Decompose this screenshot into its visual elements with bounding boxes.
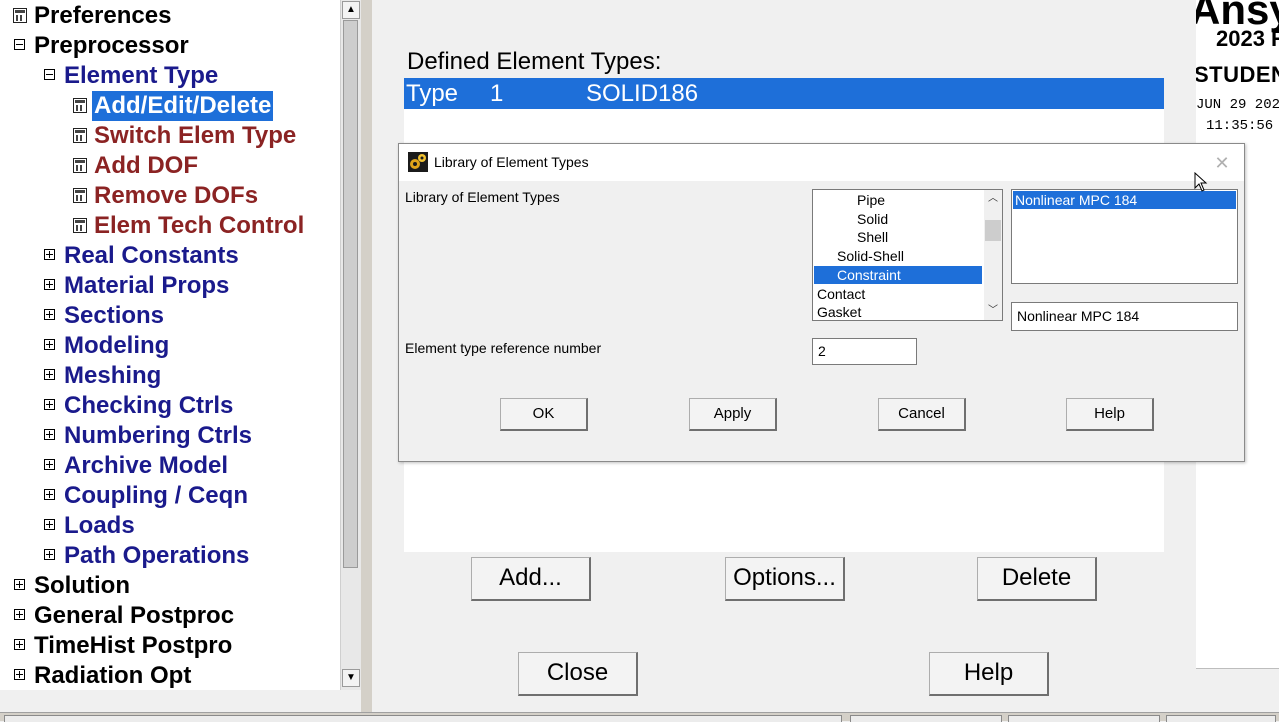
tree-item-label: Elem Tech Control	[94, 212, 305, 239]
expand-plus-icon[interactable]	[44, 429, 55, 440]
tree-item-label: Sections	[64, 302, 165, 329]
tree-item-label: General Postproc	[34, 602, 235, 629]
expand-plus-icon[interactable]	[14, 579, 25, 590]
scroll-thumb[interactable]	[985, 220, 1001, 241]
apply-button[interactable]: Apply	[689, 398, 777, 431]
category-scrollbar[interactable]: ︿ ﹀	[984, 190, 1002, 320]
graphics-time: 11:35:56	[1206, 118, 1274, 134]
tree-scrollbar[interactable]: ▲ ▼	[340, 0, 361, 690]
type-prefix: Type	[406, 80, 459, 107]
dialog-help-button[interactable]: Help	[1066, 398, 1154, 431]
tree-item-label: Radiation Opt	[34, 662, 192, 689]
tree-item-label: Element Type	[64, 62, 219, 89]
expand-plus-icon[interactable]	[44, 279, 55, 290]
element-type-item-selected[interactable]: Nonlinear MPC 184	[1013, 191, 1236, 209]
ref-number-label: Element type reference number	[405, 340, 602, 356]
dialog-title: Library of Element Types	[434, 154, 589, 170]
expand-plus-icon[interactable]	[44, 309, 55, 320]
element-type-list[interactable]: Nonlinear MPC 184	[1011, 189, 1238, 284]
brand-edition: STUDENT	[1196, 62, 1279, 87]
close-button[interactable]: Close	[518, 652, 638, 696]
defined-element-types-title: Defined Element Types:	[407, 48, 662, 75]
collapse-minus-icon[interactable]	[44, 69, 55, 80]
expand-plus-icon[interactable]	[44, 339, 55, 350]
calculator-icon	[73, 128, 87, 143]
calculator-icon	[13, 8, 27, 23]
graphics-footer	[1196, 668, 1279, 713]
graphics-date: JUN 29 2023	[1196, 97, 1279, 113]
tree-item-label: Archive Model	[64, 452, 229, 479]
tree-item-label: TimeHist Postpro	[34, 632, 233, 659]
mouse-pointer-icon	[1194, 172, 1208, 192]
add-button[interactable]: Add...	[471, 557, 591, 601]
app-gear-icon	[408, 152, 428, 172]
close-icon[interactable]: ✕	[1207, 152, 1237, 174]
main-menu-tree: Preferences Preprocessor Element Type Add/E…	[0, 0, 340, 690]
brand-year: 2023 R	[1216, 26, 1279, 51]
tree-item-label: Solution	[34, 572, 130, 599]
ref-number-input[interactable]: 2	[812, 338, 917, 365]
category-item[interactable]: Pipe	[814, 191, 982, 209]
category-item[interactable]: Shell	[814, 228, 982, 246]
tree-item-label: Preprocessor	[34, 32, 189, 59]
status-segment	[1008, 715, 1160, 722]
cancel-button[interactable]: Cancel	[878, 398, 966, 431]
tree-item-label: Material Props	[64, 272, 230, 299]
expand-plus-icon[interactable]	[44, 249, 55, 260]
scroll-thumb[interactable]	[343, 20, 358, 568]
calculator-icon	[73, 158, 87, 173]
calculator-icon	[73, 188, 87, 203]
status-segment	[850, 715, 1002, 722]
calculator-icon	[73, 98, 87, 113]
expand-plus-icon[interactable]	[14, 669, 25, 680]
scroll-up-icon[interactable]: ▲	[342, 1, 360, 19]
expand-plus-icon[interactable]	[14, 609, 25, 620]
tree-item-label: Loads	[64, 512, 135, 539]
element-type-row[interactable]: Type 1 SOLID186	[404, 78, 1164, 109]
tree-item-label: Preferences	[34, 2, 172, 29]
tree-item-label: Add DOF	[94, 152, 198, 179]
collapse-minus-icon[interactable]	[14, 39, 25, 50]
tree-item-label: Meshing	[64, 362, 162, 389]
category-item[interactable]: Solid	[814, 210, 982, 228]
expand-plus-icon[interactable]	[44, 549, 55, 560]
type-name: SOLID186	[586, 80, 699, 107]
expand-plus-icon[interactable]	[14, 639, 25, 650]
type-number: 1	[490, 80, 504, 107]
tree-item-label: Real Constants	[64, 242, 239, 269]
dialog-titlebar[interactable]: Library of Element Types ✕	[399, 144, 1244, 181]
chevron-up-icon[interactable]: ︿	[984, 190, 1002, 208]
tree-item-label: Switch Elem Type	[94, 122, 297, 149]
chevron-down-icon[interactable]: ﹀	[984, 302, 1002, 320]
category-item[interactable]: Gasket	[814, 303, 982, 320]
expand-plus-icon[interactable]	[44, 399, 55, 410]
help-button[interactable]: Help	[929, 652, 1049, 696]
calculator-icon	[73, 218, 87, 233]
element-category-list[interactable]: Pipe Solid Shell Solid-Shell Constraint Conta…	[812, 189, 1003, 321]
expand-plus-icon[interactable]	[44, 519, 55, 530]
tree-item-label: Modeling	[64, 332, 170, 359]
status-segment	[4, 715, 842, 722]
library-label: Library of Element Types	[405, 189, 560, 205]
delete-button[interactable]: Delete	[977, 557, 1097, 601]
category-item[interactable]: Constraint	[814, 265, 982, 284]
tree-item-label: Remove DOFs	[94, 182, 259, 209]
options-button[interactable]: Options...	[725, 557, 845, 601]
ok-button[interactable]: OK	[500, 398, 588, 431]
expand-plus-icon[interactable]	[44, 489, 55, 500]
tree-item-label: Checking Ctrls	[64, 392, 234, 419]
category-item[interactable]: Solid-Shell	[814, 247, 982, 265]
tree-item-label: Numbering Ctrls	[64, 422, 253, 449]
scroll-down-icon[interactable]: ▼	[342, 669, 360, 687]
category-item[interactable]: Contact	[814, 285, 982, 303]
expand-plus-icon[interactable]	[44, 459, 55, 470]
panel-divider	[361, 0, 372, 720]
tree-item-label: Add/Edit/Delete	[92, 91, 274, 121]
library-of-element-types-dialog: Library of Element Types ✕ Library of El…	[398, 143, 1245, 462]
tree-item-label: Path Operations	[64, 542, 250, 569]
status-segment	[1166, 715, 1276, 722]
element-type-field[interactable]: Nonlinear MPC 184	[1011, 302, 1238, 331]
expand-plus-icon[interactable]	[44, 369, 55, 380]
tree-item-label: Coupling / Ceqn	[64, 482, 248, 509]
